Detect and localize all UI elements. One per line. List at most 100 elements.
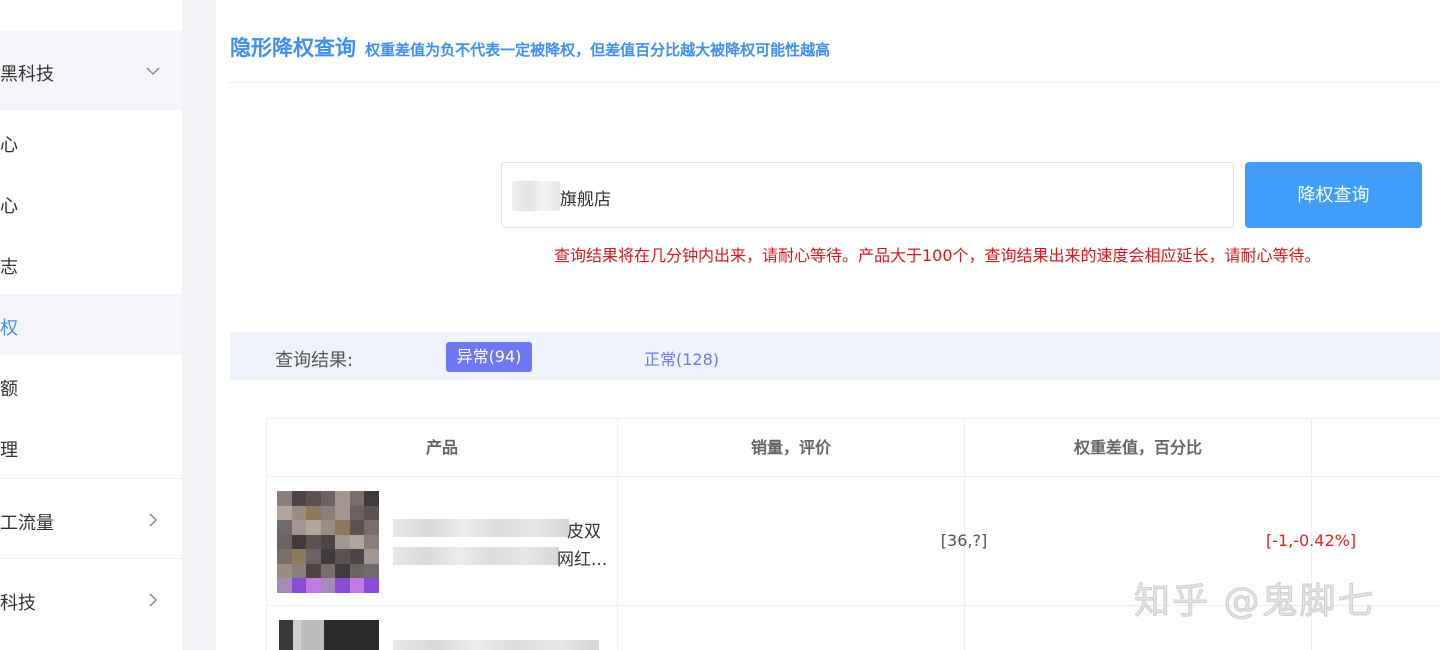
thumbnail-pixel bbox=[277, 491, 292, 506]
thumbnail-pixel bbox=[320, 491, 336, 506]
thumbnail-pixel bbox=[291, 578, 307, 593]
thumbnail-pixel bbox=[320, 520, 336, 535]
page-title: 隐形降权查询 bbox=[230, 36, 356, 60]
thumbnail-pixel bbox=[306, 520, 321, 535]
watermark: 知乎 @鬼脚七 bbox=[1133, 581, 1376, 623]
column-header-weight: 权重差值，百分比 bbox=[965, 419, 1312, 477]
thumbnail-pixel bbox=[277, 534, 292, 550]
thumbnail-pixel bbox=[306, 505, 321, 521]
sidebar-item-label: 黑科技 bbox=[0, 64, 54, 85]
blurred-text bbox=[393, 519, 569, 537]
thumbnail-pixel bbox=[320, 578, 336, 593]
sidebar-item-active[interactable]: 权 bbox=[0, 294, 182, 355]
sidebar-item-label: 心 bbox=[0, 196, 18, 217]
search-value: 旗舰店 bbox=[560, 190, 611, 210]
thumbnail-pixel bbox=[335, 520, 350, 535]
thumbnail-pixel bbox=[364, 563, 379, 579]
sidebar-item-label: 志 bbox=[0, 257, 18, 278]
thumbnail-pixel bbox=[349, 505, 365, 521]
sidebar-item-3[interactable]: 志 bbox=[0, 233, 182, 294]
sidebar-item-label: 理 bbox=[0, 440, 18, 461]
sidebar-item-traffic[interactable]: 工流量 bbox=[0, 478, 182, 558]
query-button[interactable]: 降权查询 bbox=[1245, 162, 1422, 228]
thumbnail-pixel bbox=[277, 578, 292, 593]
table-row bbox=[267, 606, 618, 650]
chevron-right-icon bbox=[149, 513, 158, 527]
thumbnail-pixel bbox=[364, 491, 379, 506]
thumbnail-pixel bbox=[349, 578, 365, 593]
thumbnail-pixel bbox=[306, 578, 321, 593]
blurred-text bbox=[393, 547, 559, 565]
thumbnail-pixel bbox=[364, 505, 379, 521]
blurred-text bbox=[512, 181, 560, 211]
thumbnail-pixel bbox=[349, 549, 365, 564]
table-cell-sales bbox=[618, 606, 965, 650]
sidebar-item-label: 心 bbox=[0, 135, 18, 156]
thumbnail-pixel bbox=[277, 549, 292, 564]
thumbnail-pixel bbox=[306, 491, 321, 506]
sidebar: 黑科技 心 心 志 权 额 理 工流量 科技 bbox=[0, 0, 182, 650]
column-header-extra bbox=[1312, 419, 1440, 477]
tab-normal[interactable]: 正常(128) bbox=[644, 346, 719, 370]
product-thumbnail[interactable] bbox=[277, 491, 379, 593]
thumbnail-pixel bbox=[349, 534, 365, 550]
result-bar: 查询结果: 异常(94) 正常(128) bbox=[230, 332, 1440, 380]
sidebar-item-label: 权 bbox=[0, 318, 18, 339]
column-header-sales: 销量，评价 bbox=[618, 419, 965, 477]
thumbnail-pixel bbox=[335, 549, 350, 564]
sidebar-item-5[interactable]: 额 bbox=[0, 355, 182, 416]
column-header-product: 产品 bbox=[267, 419, 618, 477]
sidebar-item-1[interactable]: 心 bbox=[0, 111, 182, 172]
thumbnail-pixel bbox=[320, 534, 336, 550]
page-header: 隐形降权查询 权重差值为负不代表一定被降权，但差值百分比越大被降权可能性越高 bbox=[230, 32, 830, 66]
main-content: 隐形降权查询 权重差值为负不代表一定被降权，但差值百分比越大被降权可能性越高 旗… bbox=[216, 0, 1440, 650]
thumbnail-pixel bbox=[306, 563, 321, 579]
thumbnail-pixel bbox=[306, 549, 321, 564]
shop-search-input[interactable]: 旗舰店 bbox=[501, 162, 1234, 228]
thumbnail-pixel bbox=[291, 491, 307, 506]
sidebar-item-label: 科技 bbox=[0, 593, 36, 614]
table-cell-sales: [36,?] bbox=[618, 477, 987, 606]
thumbnail-pixel bbox=[291, 505, 307, 521]
thumbnail-pixel bbox=[277, 563, 292, 579]
thumbnail-pixel bbox=[291, 534, 307, 550]
sidebar-item-2[interactable]: 心 bbox=[0, 172, 182, 233]
thumbnail-pixel bbox=[335, 534, 350, 550]
thumbnail-pixel bbox=[277, 520, 292, 535]
result-label: 查询结果: bbox=[275, 350, 354, 371]
sidebar-item-label: 工流量 bbox=[0, 513, 54, 534]
product-thumbnail[interactable] bbox=[279, 620, 379, 650]
thumbnail-pixel bbox=[335, 563, 350, 579]
sidebar-item-tech[interactable]: 科技 bbox=[0, 558, 182, 638]
thumbnail-pixel bbox=[291, 549, 307, 564]
chevron-down-icon bbox=[146, 67, 160, 76]
table-row: 皮双 网红... bbox=[267, 477, 618, 606]
thumbnail-pixel bbox=[335, 578, 350, 593]
thumbnail-pixel bbox=[364, 578, 379, 593]
thumbnail-pixel bbox=[320, 505, 336, 521]
chevron-right-icon bbox=[149, 593, 158, 607]
thumbnail-pixel bbox=[335, 505, 350, 521]
sidebar-item-black-tech[interactable]: 黑科技 bbox=[0, 31, 182, 110]
sidebar-item-6[interactable]: 理 bbox=[0, 416, 182, 477]
thumbnail-pixel bbox=[291, 563, 307, 579]
thumbnail-pixel bbox=[364, 520, 379, 535]
product-title-fragment: 皮双 bbox=[567, 522, 601, 542]
query-hint: 查询结果将在几分钟内出来，请耐心等待。产品大于100个，查询结果出来的速度会相应… bbox=[554, 246, 1321, 265]
product-title-fragment: 网红... bbox=[557, 550, 608, 570]
blurred-text bbox=[393, 640, 599, 650]
thumbnail-pixel bbox=[349, 491, 365, 506]
thumbnail-pixel bbox=[349, 563, 365, 579]
thumbnail-pixel bbox=[364, 549, 379, 564]
layout-gutter bbox=[182, 0, 216, 650]
sidebar-item-label: 额 bbox=[0, 379, 18, 400]
thumbnail-pixel bbox=[320, 563, 336, 579]
thumbnail-pixel bbox=[335, 491, 350, 506]
header-divider bbox=[228, 82, 1440, 83]
tab-abnormal[interactable]: 异常(94) bbox=[446, 342, 532, 372]
thumbnail-pixel bbox=[349, 520, 365, 535]
page-note: 权重差值为负不代表一定被降权，但差值百分比越大被降权可能性越高 bbox=[365, 41, 831, 59]
thumbnail-pixel bbox=[306, 534, 321, 550]
thumbnail-pixel bbox=[320, 549, 336, 564]
thumbnail-pixel bbox=[291, 520, 307, 535]
